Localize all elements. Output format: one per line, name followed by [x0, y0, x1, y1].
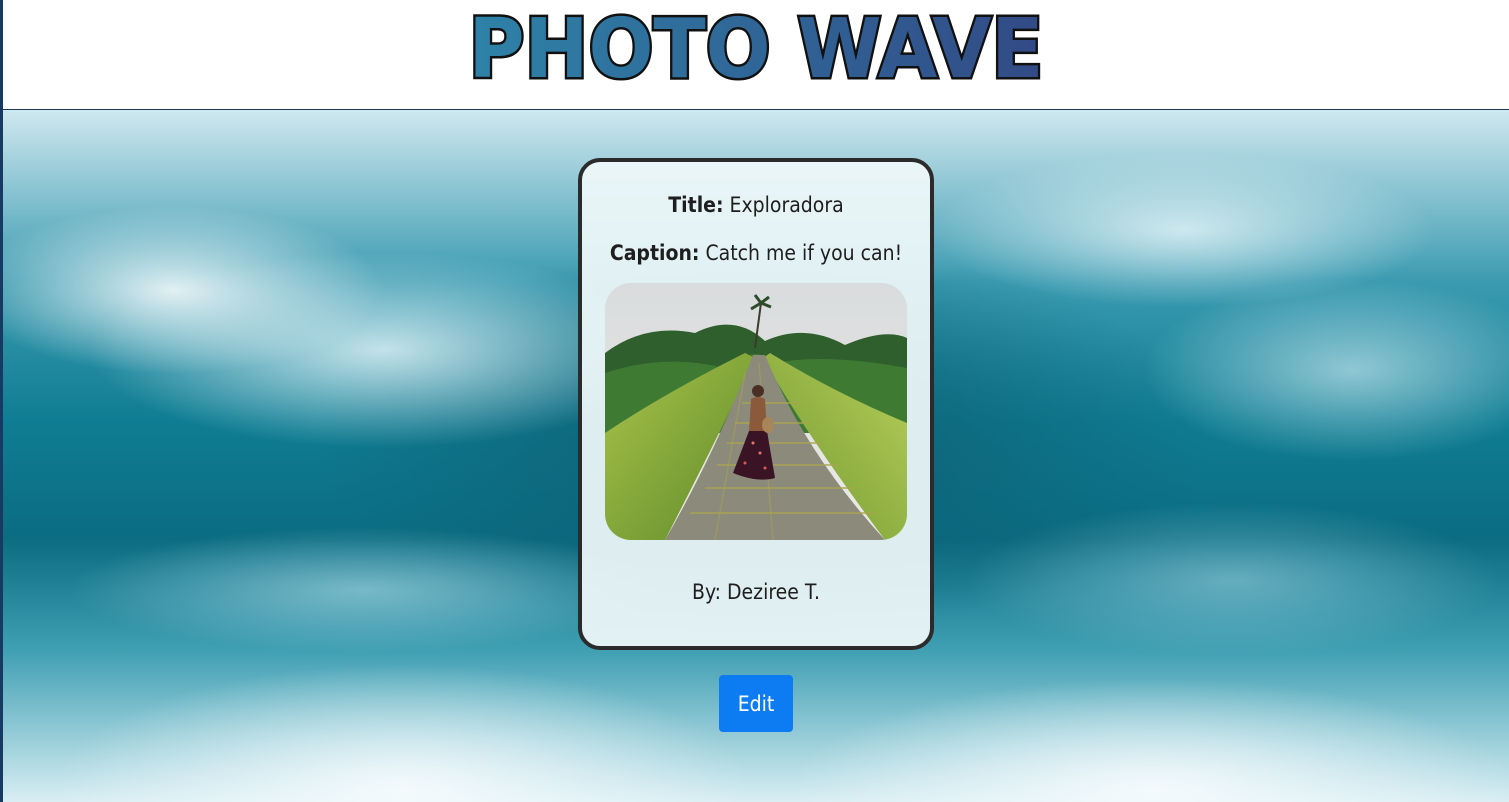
post-photo — [605, 283, 907, 540]
site-header: PHOTO WAVE — [0, 0, 1509, 109]
title-value: Exploradora — [729, 193, 844, 217]
logo-text: PHOTO WAVE — [469, 4, 1044, 86]
caption-label: Caption: — [609, 241, 700, 265]
edit-button[interactable]: Edit — [719, 675, 793, 732]
caption-value: Catch me if you can! — [705, 241, 903, 265]
photo-author: By: Deziree T. — [692, 580, 820, 604]
photo-title: Title: Exploradora — [582, 193, 930, 217]
site-logo[interactable]: PHOTO WAVE — [3, 4, 1509, 86]
photo-caption: Caption: Catch me if you can! — [582, 241, 930, 265]
title-label: Title: — [668, 193, 724, 217]
photo-card: Title: Exploradora Caption: Catch me if … — [578, 158, 934, 650]
